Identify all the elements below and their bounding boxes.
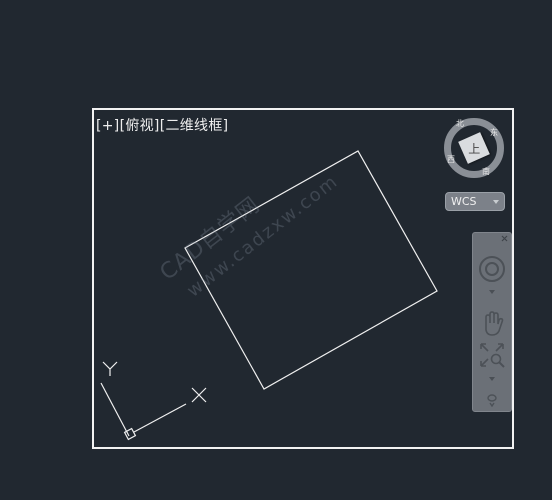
pan-hand-icon[interactable] [478,309,506,337]
view-orientation-button[interactable]: [俯视] [120,118,160,134]
viewport-controls: [+][俯视][二维线框] [96,115,228,135]
ucs-y-glyph [102,361,118,376]
ucs-x-label [191,387,207,403]
ucs-icon [100,361,207,441]
compass-north[interactable]: 北 [456,120,464,128]
ucs-y-axis [100,382,130,437]
chevron-down-icon [493,200,499,204]
zoom-dropdown-icon[interactable] [489,377,495,381]
viewcube-face-label: 上 [467,141,481,156]
compass-west[interactable]: 西 [447,156,455,164]
compass-south[interactable]: 南 [482,168,490,176]
close-icon[interactable] [501,235,508,242]
wcs-label: WCS [451,195,477,208]
rotated-rectangle[interactable] [184,150,438,390]
zoom-extents-icon[interactable] [478,341,506,369]
steering-wheel-icon[interactable] [478,255,506,283]
orbit-icon[interactable] [478,389,506,407]
navigation-bar[interactable] [472,232,512,412]
drawing-canvas[interactable] [0,0,552,500]
wcs-dropdown[interactable]: WCS [445,192,505,211]
compass-east[interactable]: 东 [490,129,498,137]
viewcube[interactable]: 上 北 东 西 南 [444,118,504,178]
steering-wheel-dropdown-icon[interactable] [489,290,495,294]
visual-style-button[interactable]: [二维线框] [160,118,229,134]
viewport-menu-button[interactable]: [+] [96,118,120,134]
ucs-x-axis [133,403,187,433]
